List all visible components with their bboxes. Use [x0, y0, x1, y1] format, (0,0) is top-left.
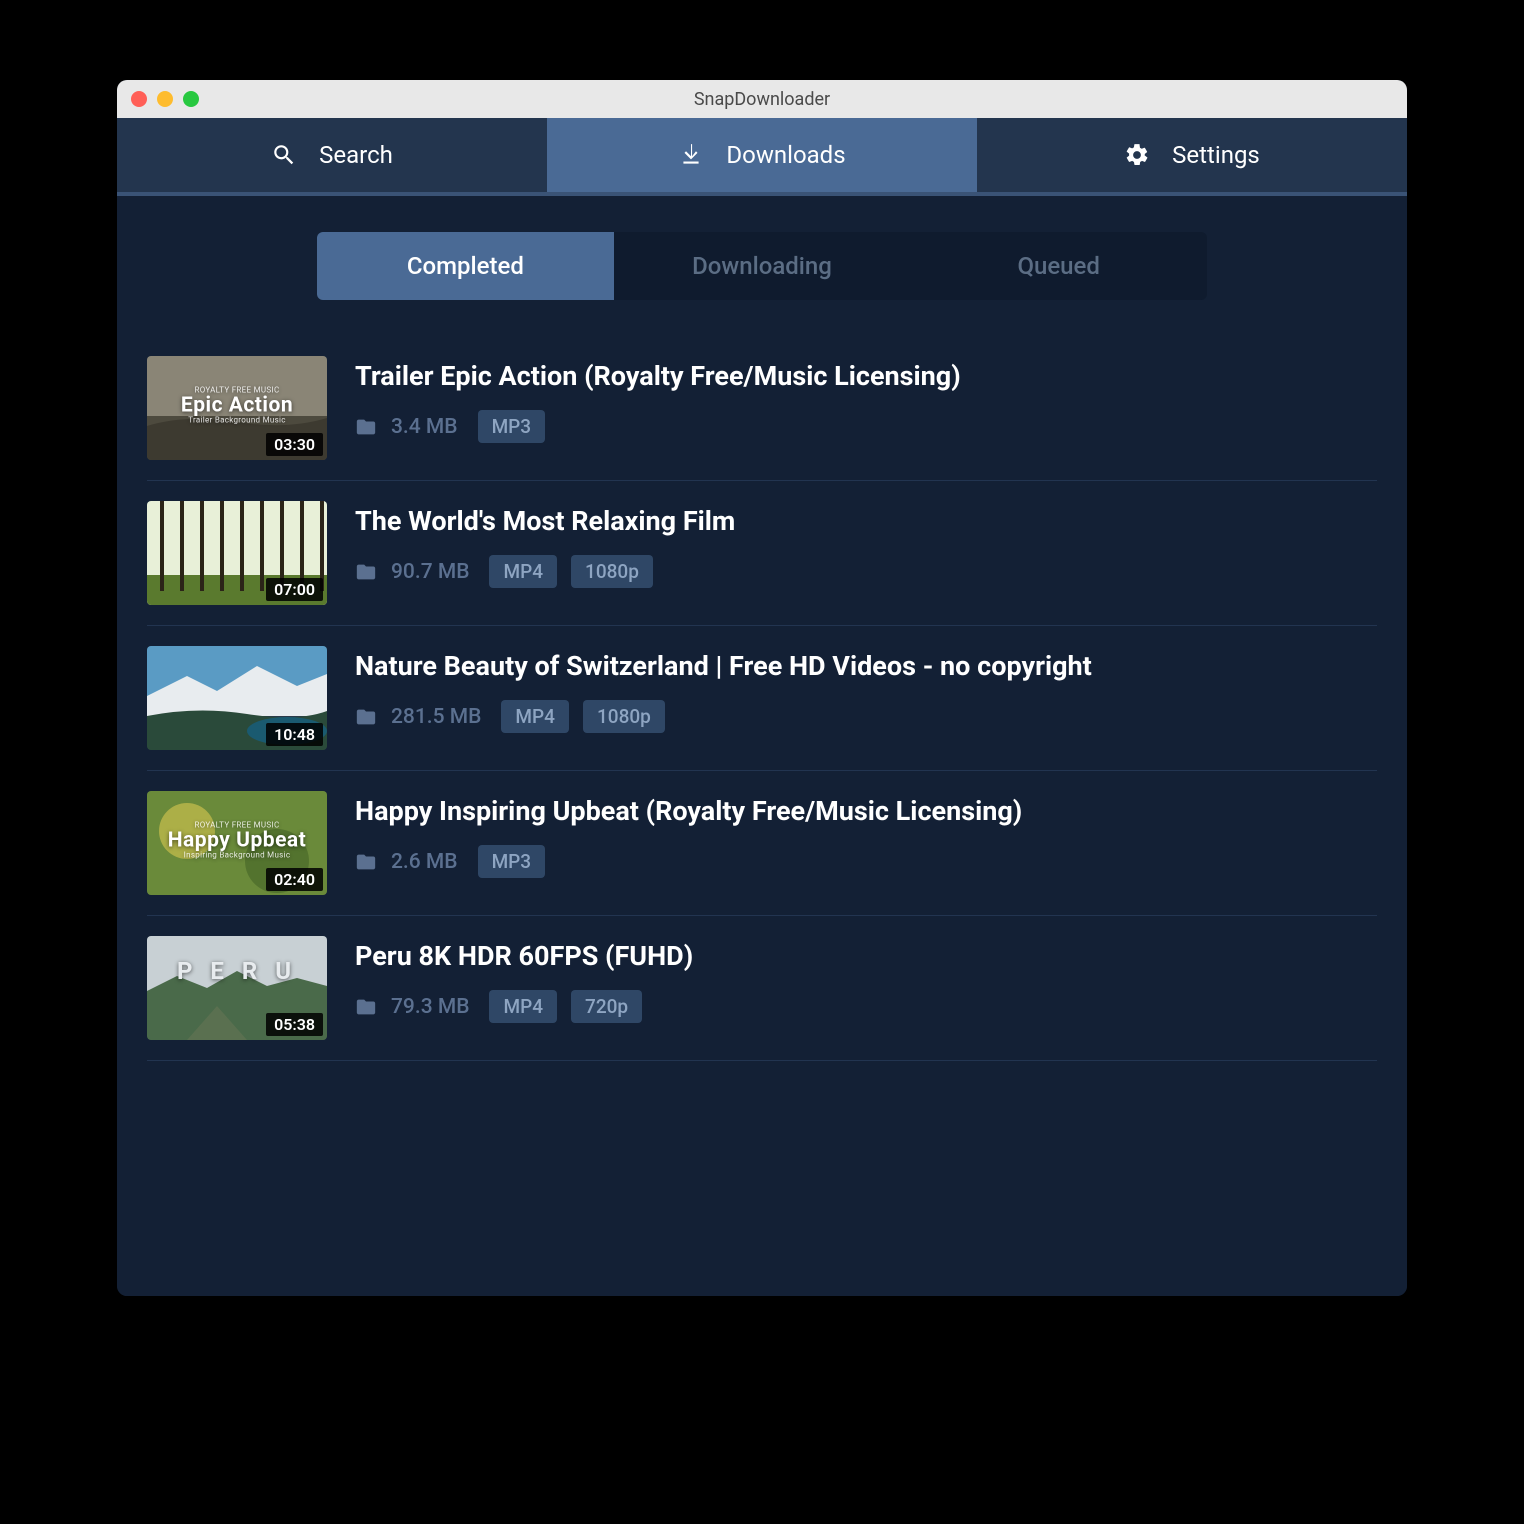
main-tabs: Search Downloads Settings [117, 118, 1407, 196]
close-window-button[interactable] [131, 91, 147, 107]
file-size: 90.7 MB [391, 560, 469, 584]
thumbnail-overlay-text: P E R U [147, 960, 327, 985]
window-controls [131, 91, 199, 107]
window-title: SnapDownloader [117, 89, 1407, 110]
item-info: 3.4 MB MP3 [355, 410, 1377, 443]
duration-badge: 07:00 [266, 578, 323, 601]
folder-icon[interactable] [355, 561, 377, 583]
item-title: Nature Beauty of Switzerland | Free HD V… [355, 650, 1377, 682]
thumbnail: P E R U 05:38 [147, 936, 327, 1040]
item-meta: Nature Beauty of Switzerland | Free HD V… [355, 646, 1377, 733]
tab-search[interactable]: Search [117, 118, 547, 192]
file-size: 2.6 MB [391, 850, 458, 874]
file-size: 3.4 MB [391, 415, 458, 439]
tab-settings-label: Settings [1172, 141, 1260, 169]
titlebar: SnapDownloader [117, 80, 1407, 118]
subtab-completed[interactable]: Completed [317, 232, 614, 300]
sub-tabs: Completed Downloading Queued [317, 232, 1207, 300]
content-area: Completed Downloading Queued ROYALTY FRE… [117, 196, 1407, 1296]
thumbnail-overlay-text: ROYALTY FREE MUSIC Epic Action Trailer B… [147, 387, 327, 426]
folder-icon[interactable] [355, 851, 377, 873]
item-meta: Happy Inspiring Upbeat (Royalty Free/Mus… [355, 791, 1377, 878]
subtab-queued[interactable]: Queued [910, 232, 1207, 300]
search-icon [271, 142, 297, 168]
quality-badge: 720p [571, 990, 642, 1023]
quality-badge: 1080p [583, 700, 665, 733]
format-badge: MP3 [478, 410, 546, 443]
format-badge: MP3 [478, 845, 546, 878]
item-meta: The World's Most Relaxing Film 90.7 MB M… [355, 501, 1377, 588]
item-info: 79.3 MB MP4 720p [355, 990, 1377, 1023]
tab-downloads[interactable]: Downloads [547, 118, 977, 192]
folder-icon[interactable] [355, 996, 377, 1018]
tab-search-label: Search [319, 141, 393, 169]
format-badge: MP4 [489, 990, 557, 1023]
download-item[interactable]: 07:00 The World's Most Relaxing Film 90.… [147, 481, 1377, 626]
download-item[interactable]: ROYALTY FREE MUSIC Epic Action Trailer B… [147, 336, 1377, 481]
thumbnail: ROYALTY FREE MUSIC Epic Action Trailer B… [147, 356, 327, 460]
app-window: SnapDownloader Search Downloads Settings… [117, 80, 1407, 1296]
download-item[interactable]: 10:48 Nature Beauty of Switzerland | Fre… [147, 626, 1377, 771]
duration-badge: 02:40 [266, 868, 323, 891]
downloads-list: ROYALTY FREE MUSIC Epic Action Trailer B… [117, 336, 1407, 1061]
maximize-window-button[interactable] [183, 91, 199, 107]
file-size: 79.3 MB [391, 995, 469, 1019]
thumbnail: ROYALTY FREE MUSIC Happy Upbeat Inspirin… [147, 791, 327, 895]
subtab-downloading[interactable]: Downloading [614, 232, 911, 300]
tab-settings[interactable]: Settings [977, 118, 1407, 192]
item-title: Trailer Epic Action (Royalty Free/Music … [355, 360, 1377, 392]
item-meta: Peru 8K HDR 60FPS (FUHD) 79.3 MB MP4 720… [355, 936, 1377, 1023]
item-title: The World's Most Relaxing Film [355, 505, 1377, 537]
tab-downloads-label: Downloads [726, 141, 845, 169]
item-info: 90.7 MB MP4 1080p [355, 555, 1377, 588]
thumbnail: 07:00 [147, 501, 327, 605]
minimize-window-button[interactable] [157, 91, 173, 107]
quality-badge: 1080p [571, 555, 653, 588]
download-item[interactable]: ROYALTY FREE MUSIC Happy Upbeat Inspirin… [147, 771, 1377, 916]
item-info: 281.5 MB MP4 1080p [355, 700, 1377, 733]
item-title: Happy Inspiring Upbeat (Royalty Free/Mus… [355, 795, 1377, 827]
file-size: 281.5 MB [391, 705, 481, 729]
download-item[interactable]: P E R U 05:38 Peru 8K HDR 60FPS (FUHD) 7… [147, 916, 1377, 1061]
folder-icon[interactable] [355, 706, 377, 728]
item-title: Peru 8K HDR 60FPS (FUHD) [355, 940, 1377, 972]
item-meta: Trailer Epic Action (Royalty Free/Music … [355, 356, 1377, 443]
folder-icon[interactable] [355, 416, 377, 438]
format-badge: MP4 [501, 700, 569, 733]
duration-badge: 10:48 [266, 723, 323, 746]
duration-badge: 05:38 [266, 1013, 323, 1036]
gear-icon [1124, 142, 1150, 168]
thumbnail: 10:48 [147, 646, 327, 750]
thumbnail-overlay-text: ROYALTY FREE MUSIC Happy Upbeat Inspirin… [147, 822, 327, 861]
item-info: 2.6 MB MP3 [355, 845, 1377, 878]
download-icon [678, 142, 704, 168]
duration-badge: 03:30 [266, 433, 323, 456]
format-badge: MP4 [489, 555, 557, 588]
